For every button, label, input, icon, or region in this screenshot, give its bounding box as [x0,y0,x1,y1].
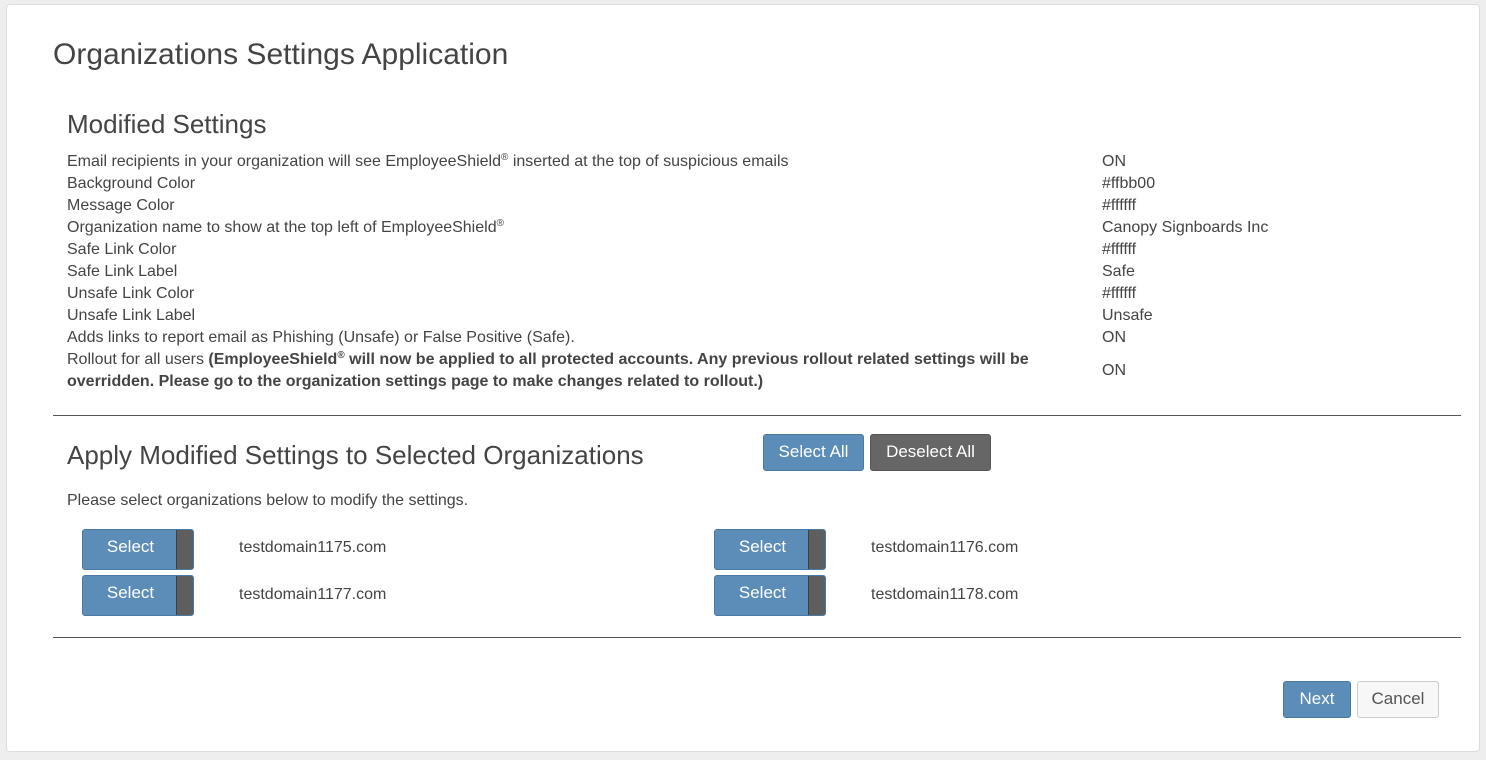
toggle-label: Select [106,583,155,602]
modified-settings-table: Email recipients in your organization wi… [67,151,1427,393]
toggle-label: Select [738,537,787,556]
toggle-knob [808,576,825,615]
toggle-knob [176,576,193,615]
org-select-toggle[interactable]: Select [82,529,194,570]
org-domain: testdomain1178.com [871,586,1019,603]
setting-row-report-links: Adds links to report email as Phishing (… [67,327,1427,349]
registered-mark: ® [337,350,345,361]
setting-label: Unsafe Link Label [67,307,196,324]
setting-label: Email recipients in your organization wi… [67,152,789,171]
toggle-knob [176,530,193,569]
setting-value: ON [1102,153,1126,170]
setting-value: #ffffff [1102,285,1137,302]
org-select-toggle[interactable]: Select [82,575,194,616]
setting-row-safe-link-label: Safe Link Label Safe [67,261,1427,283]
setting-label: Message Color [67,197,175,214]
setting-label: Background Color [67,175,196,192]
settings-panel: Organizations Settings Application Modif… [6,4,1480,752]
org-domain: testdomain1176.com [871,539,1019,556]
org-domain: testdomain1175.com [239,539,387,556]
org-select-toggle[interactable]: Select [714,575,826,616]
apply-settings-heading: Apply Modified Settings to Selected Orga… [67,440,644,470]
setting-row-unsafe-link-label: Unsafe Link Label Unsafe [67,305,1427,327]
toggle-knob [808,530,825,569]
setting-value: ON [1102,362,1126,379]
setting-row-shield-enabled: Email recipients in your organization wi… [67,151,1427,173]
setting-label: Organization name to show at the top lef… [67,218,504,237]
setting-value: ON [1102,329,1126,346]
setting-label: Safe Link Label [67,263,178,280]
setting-label: Safe Link Color [67,241,177,258]
setting-value: Canopy Signboards Inc [1102,219,1269,236]
setting-row-organization-name: Organization name to show at the top lef… [67,217,1427,239]
setting-row-unsafe-link-color: Unsafe Link Color #ffffff [67,283,1427,305]
setting-value: #ffbb00 [1102,175,1156,192]
divider [53,415,1461,416]
setting-row-background-color: Background Color #ffbb00 [67,173,1427,195]
setting-row-rollout: Rollout for all users (EmployeeShield® w… [67,349,1427,393]
setting-value: Unsafe [1102,307,1153,324]
setting-row-safe-link-color: Safe Link Color #ffffff [67,239,1427,261]
deselect-all-button[interactable]: Deselect All [870,434,991,471]
setting-value: #ffffff [1102,241,1137,258]
org-select-toggle[interactable]: Select [714,529,826,570]
setting-label: Unsafe Link Color [67,285,195,302]
setting-label: Adds links to report email as Phishing (… [67,329,575,346]
next-button[interactable]: Next [1283,681,1351,718]
setting-value: #ffffff [1102,197,1137,214]
divider [53,637,1461,638]
org-domain: testdomain1177.com [239,586,387,603]
instruction-text: Please select organizations below to mod… [67,492,469,509]
registered-mark: ® [496,218,504,229]
setting-value: Safe [1102,263,1135,280]
select-all-button[interactable]: Select All [763,434,864,471]
page-title: Organizations Settings Application [53,38,509,71]
setting-label: Rollout for all users (EmployeeShield® w… [67,350,1029,391]
toggle-label: Select [738,583,787,602]
modified-settings-heading: Modified Settings [67,109,267,139]
toggle-label: Select [106,537,155,556]
setting-row-message-color: Message Color #ffffff [67,195,1427,217]
cancel-button[interactable]: Cancel [1357,681,1439,718]
